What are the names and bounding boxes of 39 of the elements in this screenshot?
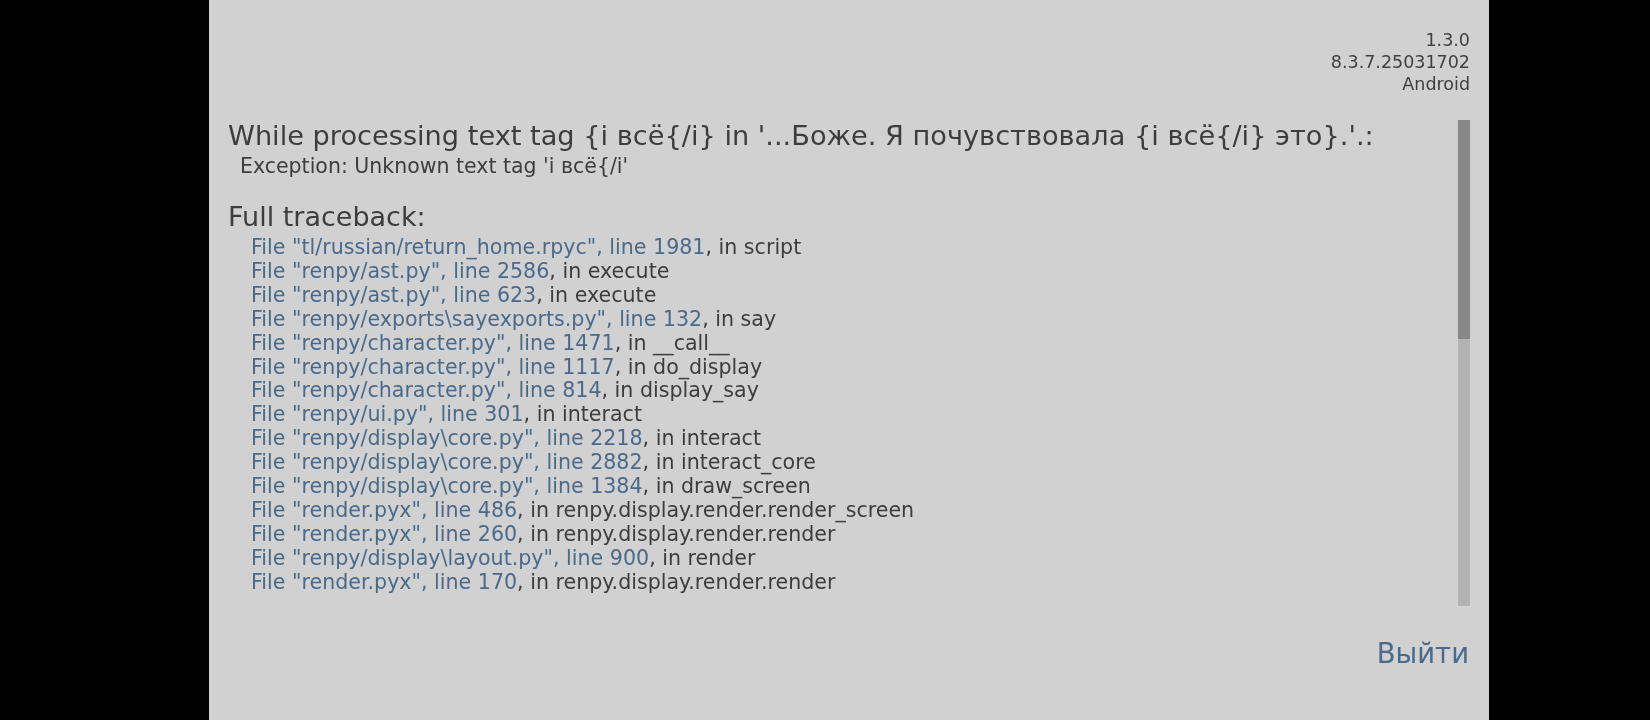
file-link[interactable]: File "render.pyx", line 170 — [251, 569, 518, 594]
file-link[interactable]: File "render.pyx", line 486 — [251, 497, 518, 522]
traceback-line: File "renpy/character.py", line 1471, in __call__ — [251, 331, 731, 356]
scrollbar[interactable] — [1458, 120, 1470, 606]
file-link[interactable]: File "renpy/exports\sayexports.py", line 132 — [251, 306, 703, 331]
traceback-line: File "renpy/display\core.py", line 2218, in interact — [251, 427, 762, 452]
traceback-line: File "renpy/ui.py", line 301, in interact — [251, 403, 642, 428]
error-title: While processing text tag {i всё{/i} in '...Боже. Я почувствовала {i всё{/i} это}.'.: — [228, 120, 1375, 152]
traceback-heading: Full traceback: — [228, 201, 427, 233]
traceback-line: File "renpy/character.py", line 814, in display_say — [251, 379, 759, 404]
quit-button[interactable]: Выйти — [1376, 637, 1469, 669]
file-link[interactable]: File "renpy/character.py", line 1471 — [251, 330, 615, 355]
file-link[interactable]: File "render.pyx", line 260 — [251, 521, 518, 546]
file-link[interactable]: File "renpy/display\layout.py", line 900 — [251, 545, 650, 570]
traceback-line: File "render.pyx", line 486, in renpy.display.render.render_screen — [251, 498, 916, 523]
traceback-line: File "renpy/display\core.py", line 2882, in interact_core — [251, 451, 817, 476]
file-link[interactable]: File "renpy/display\core.py", line 2882 — [251, 450, 643, 475]
traceback-line: File "renpy/ast.py", line 2586, in execute — [251, 259, 671, 284]
file-link[interactable]: File "renpy/ui.py", line 301 — [251, 402, 524, 427]
file-link[interactable]: File "renpy/ast.py", line 623 — [251, 282, 537, 307]
version-text: Android — [1402, 73, 1470, 95]
file-link[interactable]: File "tl/russian/return_home.rpyc", line 1981 — [251, 235, 706, 259]
scrollbar-thumb[interactable] — [1458, 120, 1470, 339]
file-link[interactable]: File "renpy/display\core.py", line 1384 — [251, 474, 643, 499]
file-link[interactable]: File "renpy/ast.py", line 2586 — [251, 258, 550, 283]
file-link[interactable]: File "renpy/character.py", line 1117 — [251, 354, 615, 379]
file-link[interactable]: File "renpy/character.py", line 814 — [251, 378, 602, 403]
traceback-line: File "tl/russian/return_home.rpyc", line 1981, in script — [251, 236, 803, 260]
file-link[interactable]: File "renpy/display\core.py", line 2218 — [251, 426, 643, 451]
traceback-line: File "render.pyx", line 170, in renpy.display.render.render — [251, 570, 837, 595]
exception-message: Exception: Unknown text tag 'i всё{/i' — [240, 154, 630, 179]
traceback-line: File "renpy/display\layout.py", line 900, in render — [251, 546, 757, 571]
traceback-line: File "renpy/character.py", line 1117, in do_display — [251, 355, 764, 380]
version-text: 1.3.0 — [1425, 29, 1470, 51]
traceback-line: File "render.pyx", line 260, in renpy.display.render.render — [251, 522, 836, 547]
traceback-line: File "renpy/ast.py", line 623, in execute — [251, 283, 658, 308]
traceback-line: File "renpy/exports\sayexports.py", line 132, in say — [251, 307, 778, 332]
traceback-line: File "renpy/display\core.py", line 1384, in draw_screen — [251, 475, 811, 499]
version-text: 8.3.7.25031702 — [1330, 51, 1470, 73]
